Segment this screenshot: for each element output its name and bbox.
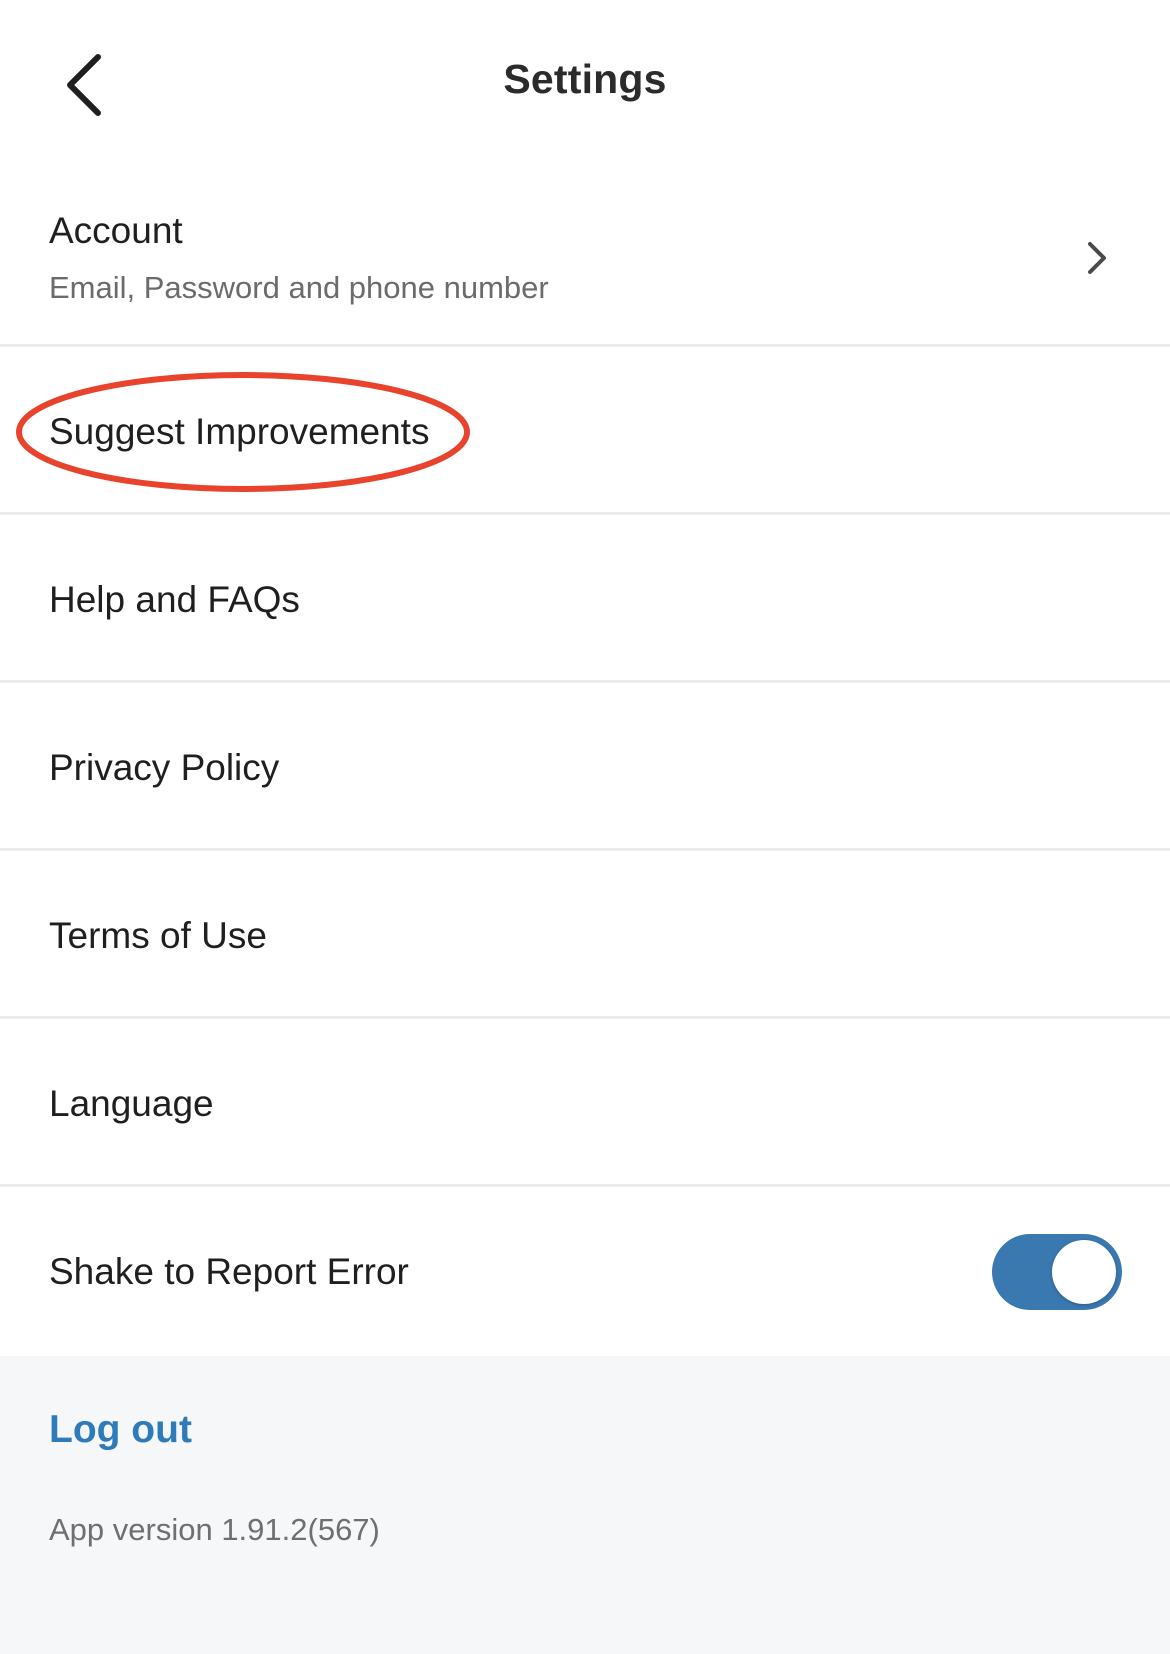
- account-sublabel: Email, Password and phone number: [49, 270, 549, 305]
- toggle-knob: [1052, 1240, 1116, 1304]
- settings-item-suggest-improvements[interactable]: Suggest Improvements: [0, 347, 1170, 515]
- header-bar: Settings: [0, 0, 1170, 170]
- settings-item-account[interactable]: Account Email, Password and phone number: [0, 170, 1170, 347]
- help-faqs-label: Help and FAQs: [49, 579, 300, 620]
- chevron-right-icon: [1088, 242, 1106, 274]
- settings-screen: Settings Account Email, Password and pho…: [0, 0, 1170, 1654]
- app-version-text: App version 1.91.2(567): [49, 1512, 380, 1547]
- settings-item-privacy-policy[interactable]: Privacy Policy: [0, 683, 1170, 851]
- settings-item-help-faqs[interactable]: Help and FAQs: [0, 515, 1170, 683]
- shake-to-report-label: Shake to Report Error: [49, 1251, 409, 1292]
- shake-to-report-toggle[interactable]: [992, 1234, 1122, 1310]
- language-label: Language: [49, 1083, 214, 1124]
- logout-button[interactable]: Log out: [49, 1408, 192, 1452]
- terms-of-use-label: Terms of Use: [49, 915, 267, 956]
- footer-section: Log out App version 1.91.2(567): [0, 1356, 1170, 1654]
- settings-item-terms-of-use[interactable]: Terms of Use: [0, 851, 1170, 1019]
- privacy-policy-label: Privacy Policy: [49, 747, 280, 788]
- page-title: Settings: [503, 56, 667, 102]
- suggest-improvements-label: Suggest Improvements: [49, 411, 430, 452]
- account-label: Account: [49, 210, 183, 251]
- settings-item-language[interactable]: Language: [0, 1019, 1170, 1187]
